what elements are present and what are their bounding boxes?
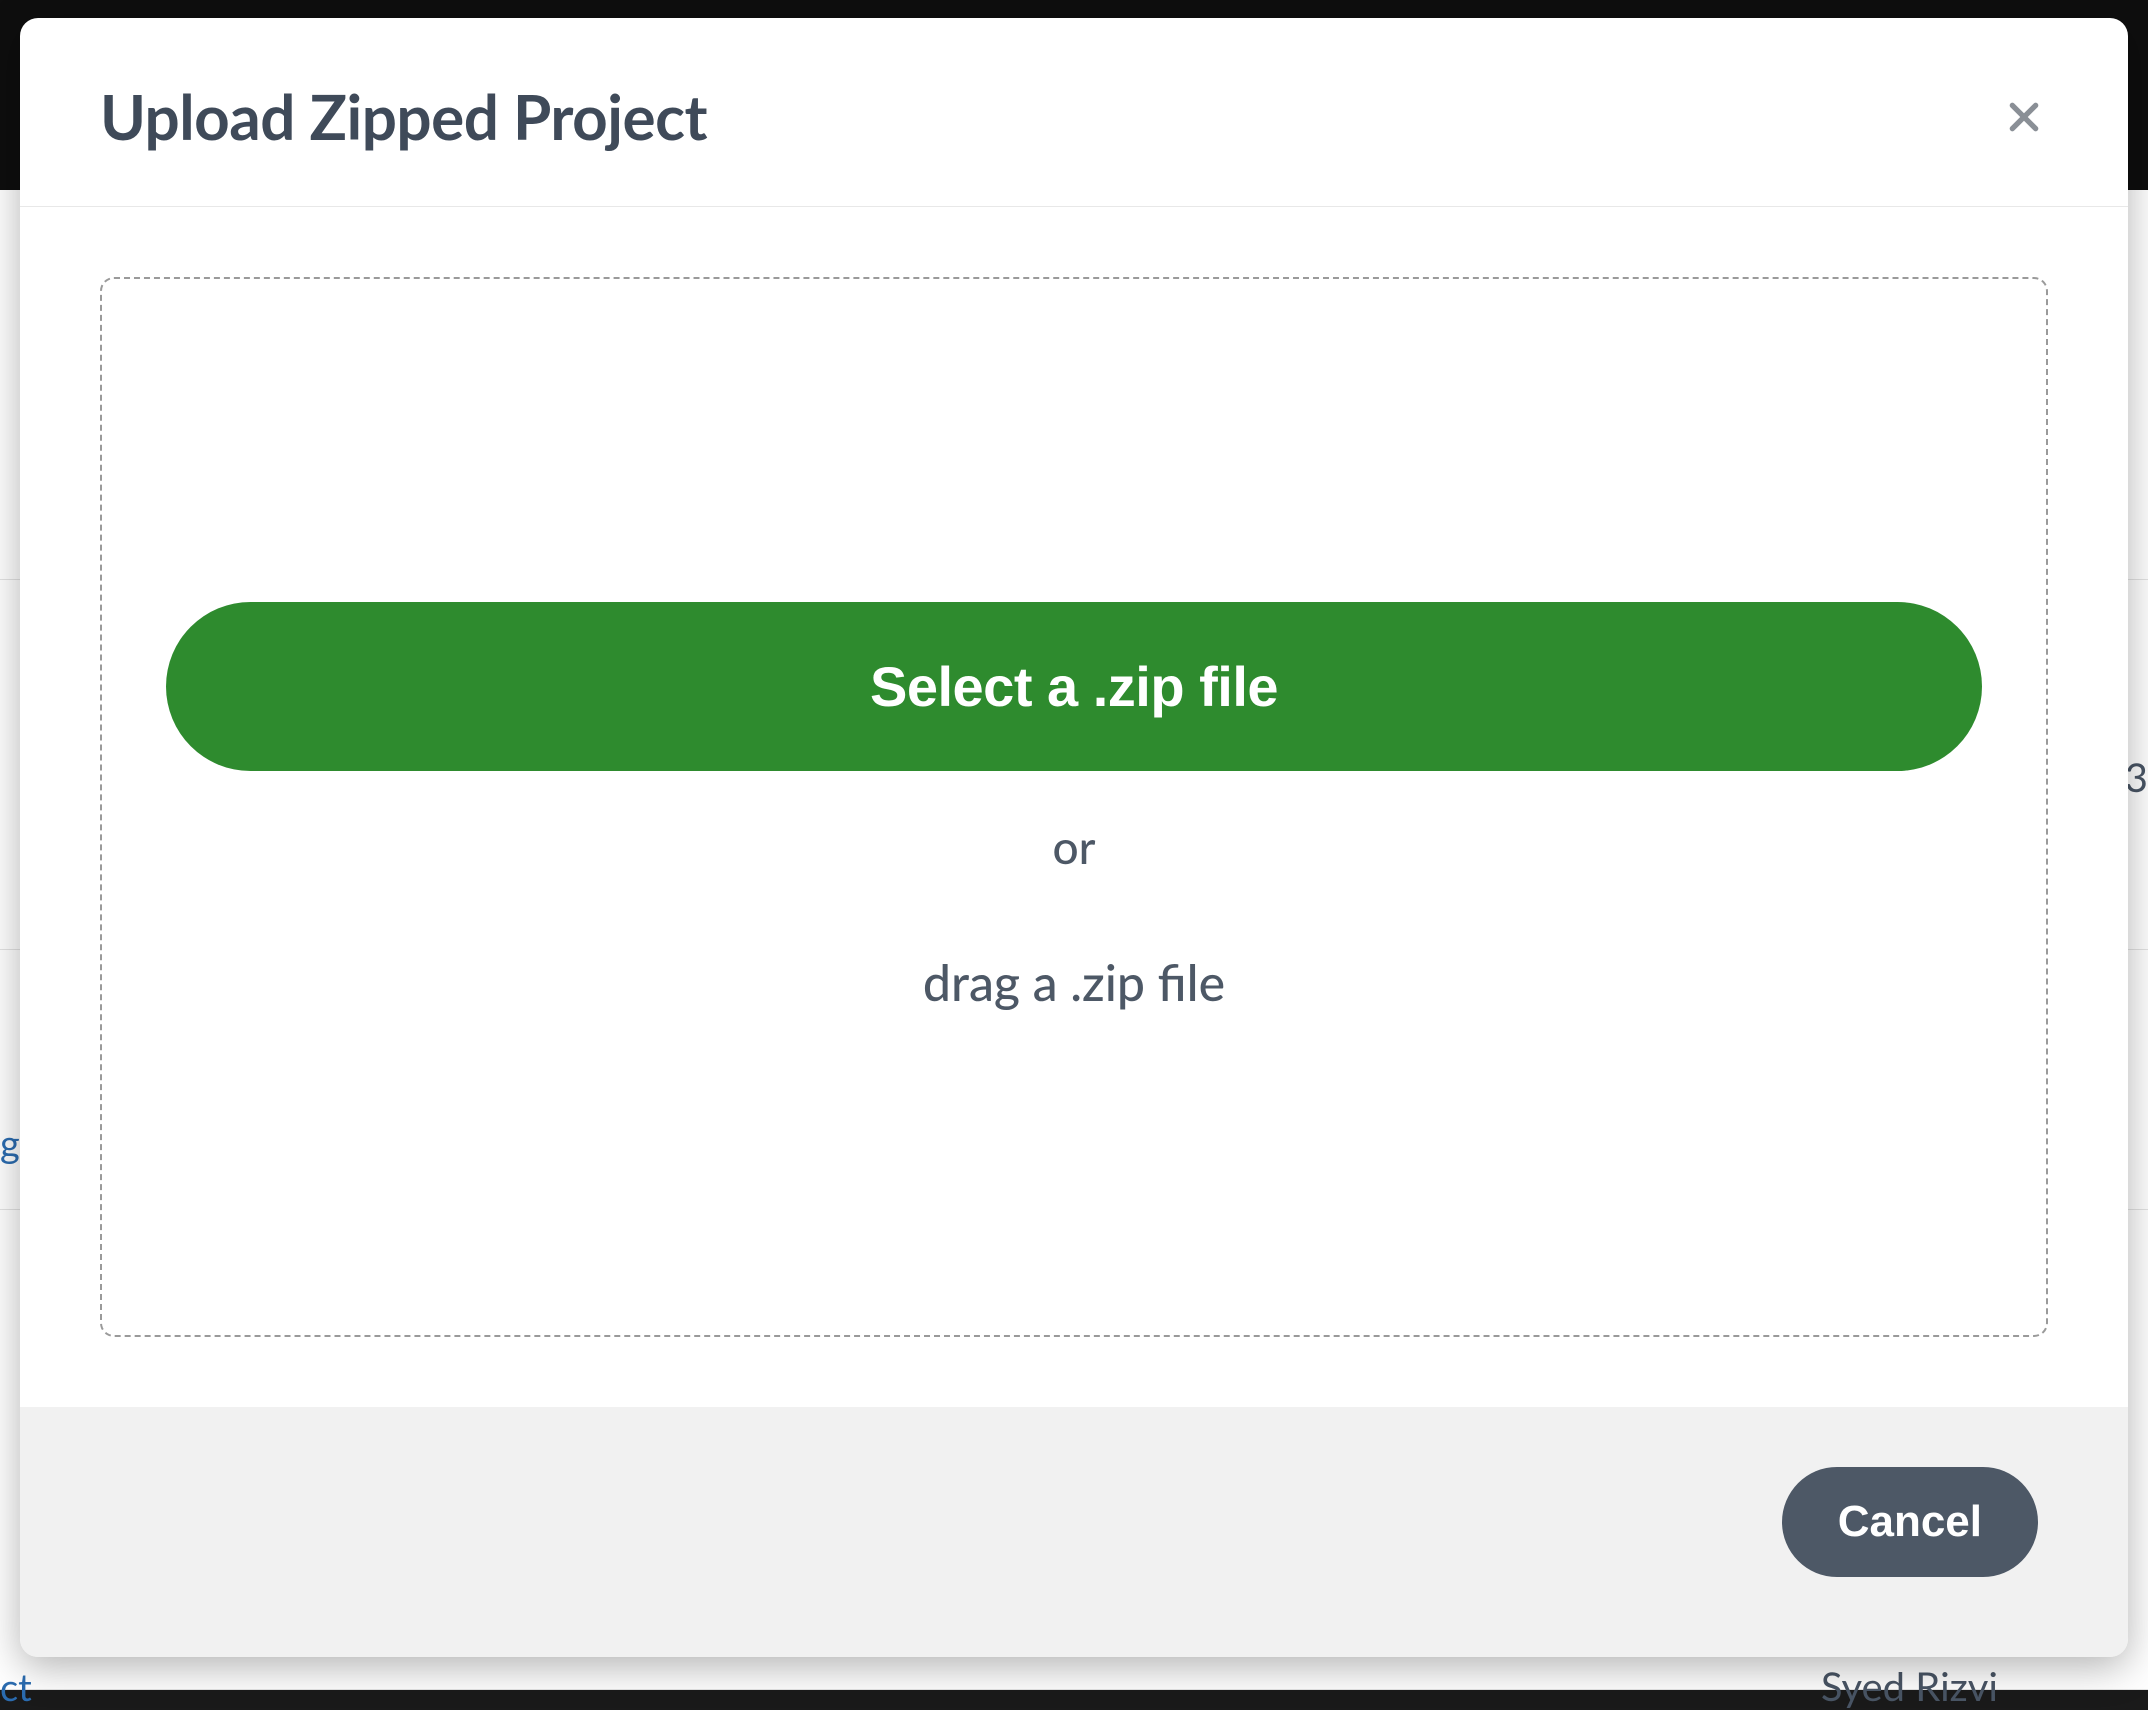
select-file-button[interactable]: Select a .zip file: [166, 602, 1982, 771]
modal-title: Upload Zipped Project: [100, 80, 707, 154]
file-dropzone[interactable]: Select a .zip file or drag a .zip file: [100, 277, 2048, 1337]
modal-footer: Cancel: [20, 1407, 2128, 1657]
modal-overlay: Upload Zipped Project Select a .zip file…: [0, 0, 2148, 1690]
or-text: or: [1052, 819, 1095, 874]
drag-text: drag a .zip file: [923, 952, 1225, 1012]
upload-modal: Upload Zipped Project Select a .zip file…: [20, 18, 2128, 1657]
close-icon: [2004, 97, 2044, 137]
cancel-button[interactable]: Cancel: [1782, 1467, 2038, 1577]
modal-body: Select a .zip file or drag a .zip file: [20, 207, 2128, 1407]
close-button[interactable]: [2000, 93, 2048, 141]
modal-header: Upload Zipped Project: [20, 18, 2128, 207]
